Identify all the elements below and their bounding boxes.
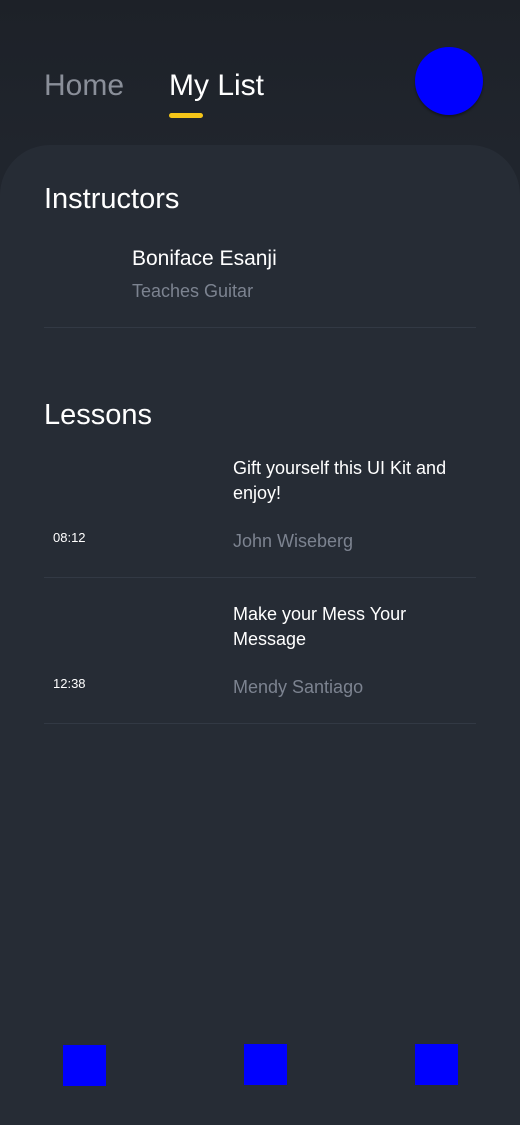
lesson-duration: 08:12 — [53, 530, 86, 545]
lesson-author: John Wiseberg — [233, 531, 354, 551]
app-screen: Home My List Instructors Boniface Esanji… — [0, 0, 520, 1125]
avatar[interactable] — [415, 47, 483, 115]
lessons-heading: Lessons — [44, 399, 153, 431]
instructor-name: Boniface Esanji — [132, 247, 277, 270]
instructors-heading: Instructors — [44, 183, 180, 215]
instructor-item[interactable]: Boniface Esanji Teaches Guitar — [44, 240, 476, 328]
instructor-subtitle: Teaches Guitar — [132, 281, 254, 301]
lesson-item[interactable]: 08:12 Gift yourself this UI Kit and enjo… — [44, 432, 476, 578]
active-tab-indicator — [169, 113, 203, 118]
bottom-nav-button-2[interactable] — [244, 1044, 287, 1085]
lesson-duration: 12:38 — [53, 676, 86, 691]
bottom-nav-button-1[interactable] — [63, 1045, 106, 1086]
lesson-author: Mendy Santiago — [233, 677, 364, 697]
lesson-title: Gift yourself this UI Kit and enjoy! — [233, 458, 447, 503]
top-header: Home My List — [0, 0, 520, 150]
tab-home[interactable]: Home — [44, 68, 124, 104]
lesson-item[interactable]: 12:38 Make your Mess Your Message Mendy … — [44, 578, 476, 724]
instructor-avatar — [44, 240, 116, 312]
bottom-nav-button-3[interactable] — [415, 1044, 458, 1085]
tab-my-list[interactable]: My List — [169, 68, 264, 104]
lesson-title: Make your Mess Your Message — [233, 604, 407, 649]
